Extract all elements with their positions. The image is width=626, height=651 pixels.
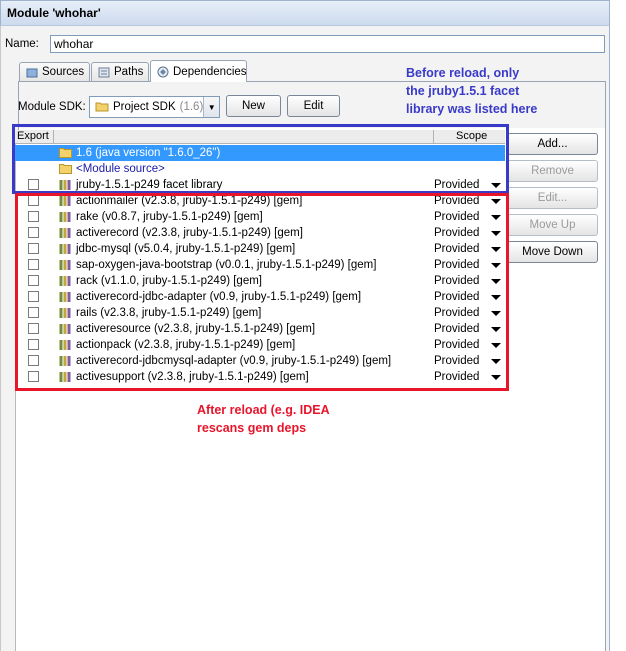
paths-icon [98, 66, 110, 78]
edit-sdk-button[interactable]: Edit [287, 95, 340, 117]
module-sdk-dropdown[interactable]: Project SDK (1.6) ▼ [89, 96, 220, 118]
move-up-button[interactable]: Move Up [507, 214, 598, 236]
new-button[interactable]: New [226, 95, 281, 117]
name-label: Name: [5, 38, 39, 50]
move-down-button[interactable]: Move Down [507, 241, 598, 263]
before-note-line: library was listed here [406, 102, 538, 116]
tab-sources-label: Sources [42, 66, 85, 78]
after-note-line: After reload (e.g. IDEA [197, 403, 330, 417]
sources-folder-icon [26, 66, 38, 78]
tab-paths-label: Paths [114, 66, 144, 78]
dependencies-icon [157, 66, 169, 78]
after-reload-note: After reload (e.g. IDEA rescans gem deps [197, 401, 357, 437]
sdk-folder-icon [95, 100, 109, 115]
before-note-line: the jruby1.5.1 facet [406, 84, 520, 98]
module-sdk-label: Module SDK: [18, 101, 86, 113]
name-input[interactable]: whohar [50, 35, 605, 53]
sdk-version: (1.6) [179, 101, 204, 113]
tab-dependencies-label: Dependencies [173, 65, 247, 78]
after-reload-highlight [15, 193, 509, 391]
before-reload-note: Before reload, only the jruby1.5.1 facet… [406, 64, 556, 118]
tab-paths[interactable]: Paths [91, 62, 149, 81]
tab-dependencies[interactable]: Dependencies [150, 60, 247, 82]
tab-sources[interactable]: Sources [19, 62, 90, 81]
add-button[interactable]: Add... [507, 133, 598, 155]
window-title: Module 'whohar' [0, 0, 610, 26]
before-reload-highlight [12, 124, 509, 194]
sdk-value: Project SDK [113, 101, 176, 113]
remove-button[interactable]: Remove [507, 160, 598, 182]
edit-dependency-button[interactable]: Edit... [507, 187, 598, 209]
after-note-line: rescans gem deps [197, 421, 307, 435]
before-note-line: Before reload, only [406, 66, 520, 80]
chevron-down-icon[interactable]: ▼ [203, 97, 219, 117]
